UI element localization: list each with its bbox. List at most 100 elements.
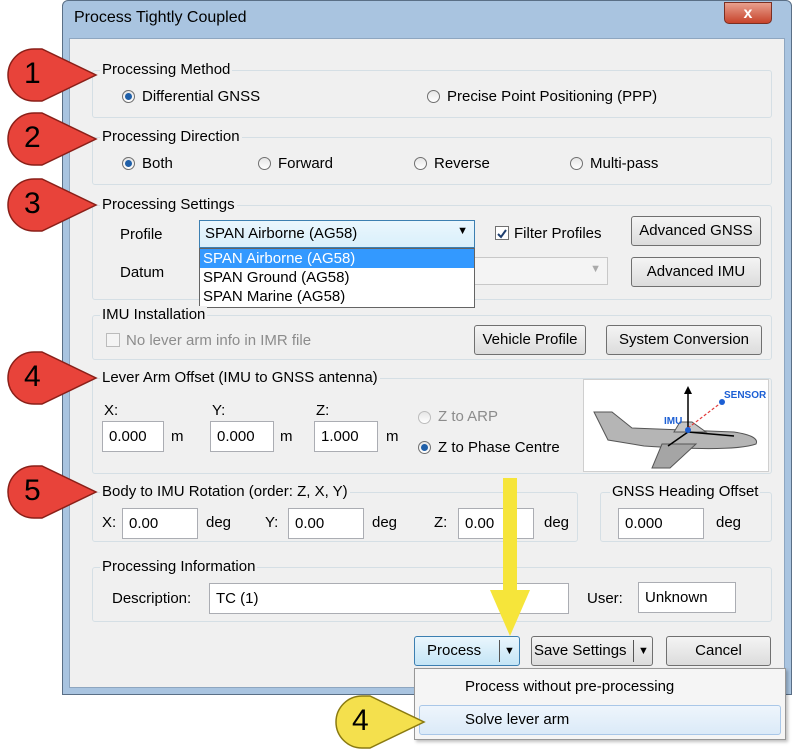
vehicle-profile-button[interactable]: Vehicle Profile [474, 325, 586, 355]
rotation-y-unit: deg [372, 514, 398, 531]
callout-arrow-icon [7, 465, 98, 519]
rotation-y-label: Y: [265, 514, 279, 531]
datum-label: Datum [120, 264, 165, 281]
processing-method-label: Processing Method [100, 61, 233, 78]
split-divider [633, 640, 634, 662]
callout-arrow-icon [7, 112, 98, 166]
heading-offset-unit: deg [716, 514, 742, 531]
callout-arrow-icon [335, 695, 426, 749]
z-to-phase-centre-label[interactable]: Z to Phase Centre [438, 439, 560, 456]
chevron-down-icon[interactable]: ▼ [638, 637, 649, 665]
processing-info-label: Processing Information [100, 558, 258, 575]
radio-forward[interactable] [258, 157, 271, 170]
z-to-arp-label: Z to ARP [438, 408, 499, 425]
lever-x-unit: m [171, 428, 184, 445]
marker-number: 4 [24, 360, 41, 393]
heading-offset-label: GNSS Heading Offset [610, 483, 761, 500]
advanced-imu-button[interactable]: Advanced IMU [631, 257, 761, 287]
callout-marker-yellow-4: 4 [334, 694, 426, 750]
rotation-x-label: X: [102, 514, 117, 531]
callout-marker-2: 2 [6, 111, 98, 167]
callout-arrow-icon [7, 351, 98, 405]
radio-z-to-arp[interactable] [418, 411, 431, 424]
rotation-z-label: Z: [434, 514, 448, 531]
advanced-gnss-button[interactable]: Advanced GNSS [631, 216, 761, 246]
marker-number: 1 [24, 57, 41, 90]
chevron-down-icon: ▼ [457, 225, 468, 237]
profile-option[interactable]: SPAN Airborne (AG58) [200, 249, 474, 268]
profile-dropdown-value: SPAN Airborne (AG58) [205, 225, 358, 242]
marker-number: 4 [352, 704, 369, 737]
callout-arrow-icon [7, 178, 98, 232]
radio-both[interactable] [122, 157, 135, 170]
split-divider [499, 640, 500, 662]
imu-label: IMU [664, 416, 683, 427]
rotation-x-unit: deg [206, 514, 232, 531]
ppp-label[interactable]: Precise Point Positioning (PPP) [447, 88, 657, 105]
lever-x-input[interactable]: 0.000 [102, 421, 164, 452]
heading-offset-input[interactable]: 0.000 [618, 508, 704, 539]
both-label[interactable]: Both [142, 155, 173, 172]
processing-settings-label: Processing Settings [100, 196, 237, 213]
process-button[interactable]: Process ▼ [414, 636, 520, 666]
aircraft-diagram: SENSOR IMU [583, 379, 769, 472]
system-conversion-button[interactable]: System Conversion [606, 325, 762, 355]
callout-marker-1: 1 [6, 47, 98, 103]
chevron-down-icon[interactable]: ▼ [504, 637, 515, 665]
cancel-button[interactable]: Cancel [666, 636, 771, 666]
no-lever-arm-label: No lever arm info in IMR file [126, 332, 312, 349]
datum-dropdown[interactable]: ▼ [474, 257, 608, 285]
menu-item-process-without-preprocessing[interactable]: Process without pre-processing [465, 678, 674, 695]
save-settings-label: Save Settings [534, 642, 627, 659]
lever-z-input[interactable]: 1.000 [314, 421, 378, 452]
yellow-arrow-icon [490, 478, 530, 636]
lever-x-label: X: [104, 402, 119, 419]
close-icon: x [743, 5, 753, 22]
callout-marker-3: 3 [6, 177, 98, 233]
imu-installation-label: IMU Installation [100, 306, 208, 323]
radio-differential-gnss[interactable] [122, 90, 135, 103]
radio-reverse[interactable] [414, 157, 427, 170]
user-label: User: [587, 590, 623, 607]
multi-pass-label[interactable]: Multi-pass [590, 155, 658, 172]
rotation-label: Body to IMU Rotation (order: Z, X, Y) [100, 483, 350, 500]
menu-item-solve-lever-arm[interactable]: Solve lever arm [465, 711, 569, 728]
close-button[interactable]: x [724, 2, 772, 24]
rotation-z-unit: deg [544, 514, 570, 531]
description-label: Description: [112, 590, 192, 607]
forward-label[interactable]: Forward [278, 155, 333, 172]
radio-z-to-phase-centre[interactable] [418, 441, 431, 454]
lever-y-unit: m [280, 428, 293, 445]
user-input[interactable]: Unknown [638, 582, 736, 613]
reverse-label[interactable]: Reverse [434, 155, 490, 172]
profile-label: Profile [120, 226, 163, 243]
radio-multi-pass[interactable] [570, 157, 583, 170]
processing-direction-label: Processing Direction [100, 128, 242, 145]
save-settings-button[interactable]: Save Settings ▼ [531, 636, 653, 666]
rotation-x-input[interactable]: 0.00 [122, 508, 198, 539]
profile-dropdown[interactable]: SPAN Airborne (AG58) ▼ [199, 220, 475, 248]
callout-marker-5: 5 [6, 464, 98, 520]
differential-gnss-label[interactable]: Differential GNSS [142, 88, 260, 105]
rotation-y-input[interactable]: 0.00 [288, 508, 364, 539]
marker-number: 5 [24, 474, 41, 507]
datum-chevron-down-icon: ▼ [590, 263, 601, 275]
lever-z-label: Z: [316, 402, 330, 419]
sensor-label: SENSOR [724, 390, 767, 401]
filter-profiles-label[interactable]: Filter Profiles [514, 225, 602, 242]
profile-option[interactable]: SPAN Marine (AG58) [200, 287, 474, 306]
callout-arrow-icon [7, 48, 98, 102]
filter-profiles-checkbox[interactable] [495, 226, 509, 240]
no-lever-arm-checkbox[interactable] [106, 333, 120, 347]
window-title: Process Tightly Coupled [74, 9, 247, 26]
lever-z-unit: m [386, 428, 399, 445]
marker-number: 3 [24, 187, 41, 220]
checkmark-icon [497, 229, 507, 239]
lever-y-input[interactable]: 0.000 [210, 421, 274, 452]
lever-y-label: Y: [212, 402, 226, 419]
profile-option[interactable]: SPAN Ground (AG58) [200, 268, 474, 287]
radio-ppp[interactable] [427, 90, 440, 103]
process-button-label: Process [427, 642, 482, 659]
marker-number: 2 [24, 121, 41, 154]
callout-marker-4: 4 [6, 350, 98, 406]
